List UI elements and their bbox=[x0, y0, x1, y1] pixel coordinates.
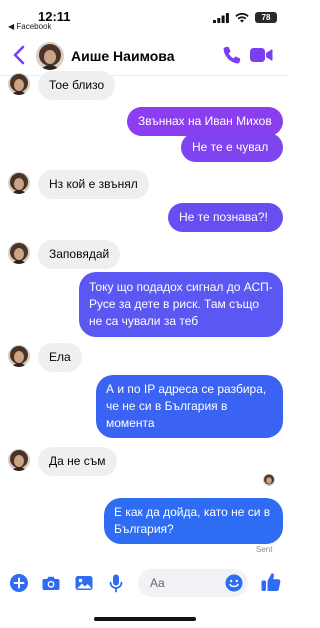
message-incoming[interactable]: Нз кой е звънял bbox=[38, 170, 149, 199]
sender-avatar bbox=[8, 242, 30, 264]
plus-icon[interactable] bbox=[9, 573, 29, 593]
message-outgoing[interactable]: Не те е чувал bbox=[181, 133, 283, 162]
message-outgoing[interactable]: Току що подадох сигнал до АСП-Русе за де… bbox=[79, 272, 283, 337]
wifi-icon bbox=[235, 12, 249, 23]
sender-avatar bbox=[8, 172, 30, 194]
message-composer: Aa bbox=[0, 566, 289, 602]
contact-name[interactable]: Аише Наимова bbox=[71, 48, 175, 64]
sender-avatar bbox=[8, 73, 30, 95]
contact-avatar[interactable] bbox=[36, 42, 64, 70]
back-to-app-link[interactable]: ◀ Facebook bbox=[8, 22, 52, 31]
signal-icon bbox=[213, 12, 229, 23]
seen-receipt-avatar bbox=[263, 474, 275, 486]
battery-level: 78 bbox=[261, 13, 271, 22]
home-indicator bbox=[94, 617, 196, 621]
message-outgoing[interactable]: Е как да дойда, като не си в България? bbox=[104, 498, 283, 544]
back-chevron-icon[interactable] bbox=[10, 44, 30, 66]
message-input-placeholder: Aa bbox=[150, 576, 165, 590]
message-outgoing[interactable]: Звъннах на Иван Михов bbox=[127, 107, 283, 136]
emoji-icon[interactable] bbox=[225, 574, 243, 592]
conversation-header: Аише Наимова bbox=[0, 36, 289, 76]
thumbs-up-icon[interactable] bbox=[260, 571, 282, 593]
message-incoming[interactable]: Заповядай bbox=[38, 240, 121, 269]
microphone-icon[interactable] bbox=[106, 573, 126, 593]
audio-call-icon[interactable] bbox=[222, 45, 242, 65]
battery-icon: 78 bbox=[255, 12, 277, 23]
gallery-icon[interactable] bbox=[74, 573, 94, 593]
status-bar: 12:11 ◀ Facebook 78 bbox=[0, 0, 289, 32]
message-incoming[interactable]: Тое близо bbox=[38, 71, 116, 100]
sender-avatar bbox=[8, 345, 30, 367]
video-call-icon[interactable] bbox=[249, 45, 273, 65]
message-outgoing[interactable]: Не те познава?! bbox=[168, 203, 283, 232]
camera-icon[interactable] bbox=[41, 573, 61, 593]
message-incoming[interactable]: Да не съм bbox=[38, 447, 117, 476]
message-incoming[interactable]: Ела bbox=[38, 343, 82, 372]
delivery-status: Sent bbox=[256, 545, 273, 554]
message-outgoing[interactable]: А и по IP адреса се разбира, че не си в … bbox=[96, 375, 283, 438]
message-input[interactable]: Aa bbox=[138, 569, 248, 597]
sender-avatar bbox=[8, 449, 30, 471]
